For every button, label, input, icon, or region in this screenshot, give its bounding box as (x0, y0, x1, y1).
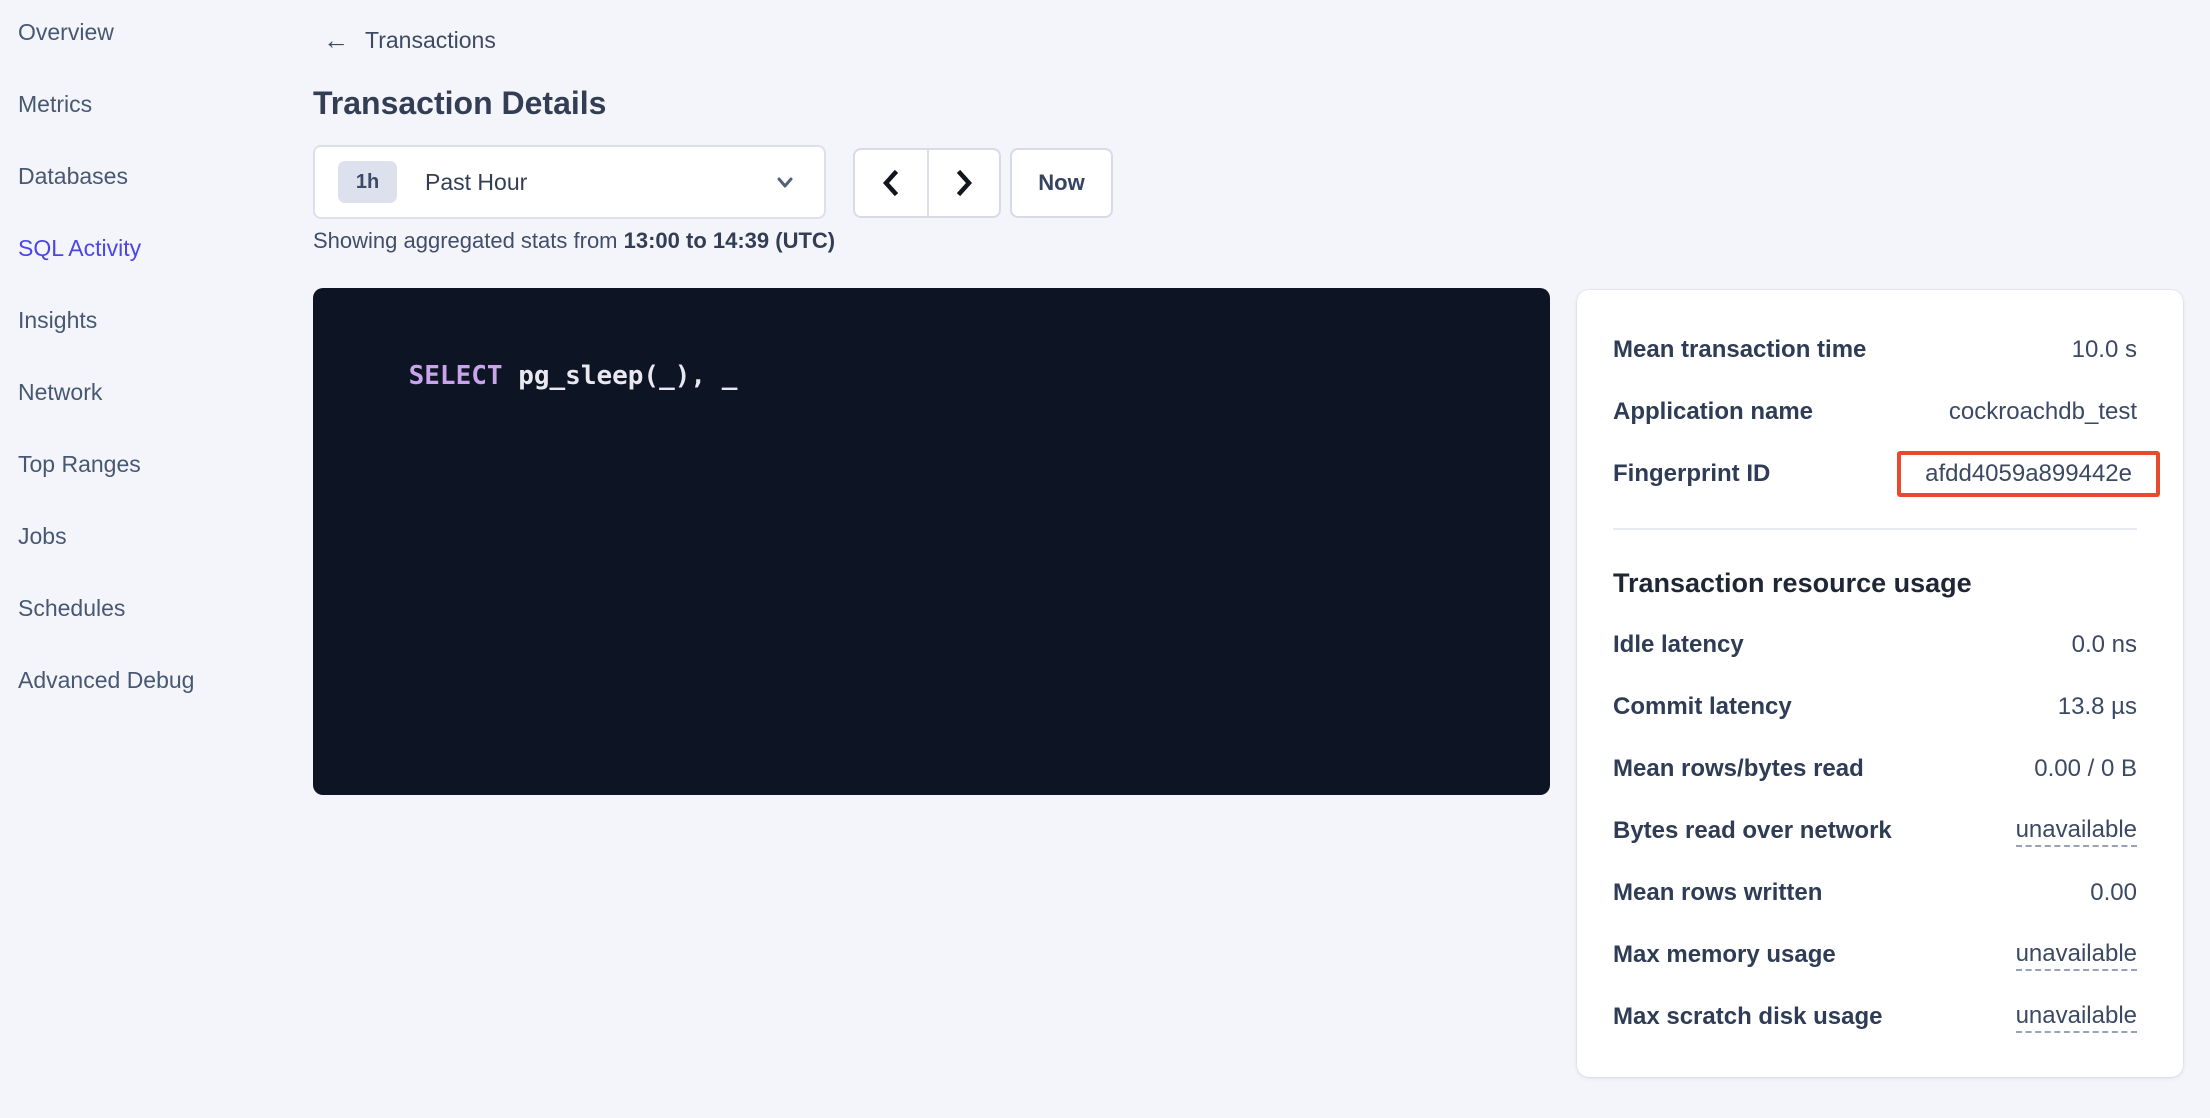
summary-prefix: Showing aggregated stats from (313, 228, 624, 253)
stat-value-unavailable[interactable]: unavailable (2016, 816, 2137, 847)
stat-row-idle-latency: Idle latency 0.0 ns (1613, 614, 2137, 676)
main-content: ← Transactions Transaction Details 1h Pa… (0, 0, 2210, 1118)
stat-row-mean-rows-bytes-read: Mean rows/bytes read 0.00 / 0 B (1613, 738, 2137, 800)
resource-usage-rows: Idle latency 0.0 ns Commit latency 13.8 … (1613, 614, 2137, 1048)
breadcrumb-label: Transactions (365, 27, 496, 54)
breadcrumb-back-link[interactable]: ← Transactions (323, 26, 496, 54)
stat-row-bytes-read-over-network: Bytes read over network unavailable (1613, 800, 2137, 862)
back-arrow-icon: ← (323, 27, 349, 53)
stat-label: Application name (1613, 398, 1813, 426)
stat-label: Fingerprint ID (1613, 460, 1770, 488)
stat-value-unavailable[interactable]: unavailable (2016, 940, 2137, 971)
stat-label: Max scratch disk usage (1613, 1003, 1882, 1031)
aggregated-stats-summary: Showing aggregated stats from 13:00 to 1… (313, 228, 835, 254)
chevron-down-icon (772, 169, 798, 195)
stat-value: cockroachdb_test (1949, 398, 2137, 426)
stat-label: Idle latency (1613, 631, 1744, 659)
time-range-dropdown[interactable]: 1h Past Hour (313, 145, 826, 219)
stat-label: Mean rows written (1613, 879, 1822, 907)
stat-label: Max memory usage (1613, 941, 1836, 969)
stat-row-commit-latency: Commit latency 13.8 µs (1613, 676, 2137, 738)
chevron-left-icon (877, 167, 905, 199)
stat-value: 0.00 / 0 B (2034, 755, 2137, 783)
stat-value: 10.0 s (2072, 336, 2137, 364)
stat-label: Bytes read over network (1613, 817, 1892, 845)
sql-statement-text: pg_sleep(_), _ (503, 361, 738, 391)
stat-row-mean-transaction-time: Mean transaction time 10.0 s (1613, 319, 2137, 381)
stat-row-max-memory-usage: Max memory usage unavailable (1613, 924, 2137, 986)
now-button[interactable]: Now (1010, 148, 1113, 218)
time-range-selected: Past Hour (425, 169, 527, 196)
resource-usage-section-title: Transaction resource usage (1613, 567, 2137, 599)
sql-statement-box: SELECT pg_sleep(_), _ (313, 288, 1550, 795)
stat-value: 0.00 (2090, 879, 2137, 907)
chevron-right-icon (950, 167, 978, 199)
stat-value: 0.0 ns (2072, 631, 2137, 659)
stat-value-unavailable[interactable]: unavailable (2016, 1002, 2137, 1033)
sql-keyword: SELECT (409, 361, 503, 391)
stat-row-fingerprint-id: Fingerprint ID afdd4059a899442e (1613, 443, 2137, 505)
previous-time-button[interactable] (855, 150, 927, 216)
page-title: Transaction Details (313, 84, 606, 122)
stat-value: 13.8 µs (2058, 693, 2137, 721)
time-range-badge: 1h (338, 161, 397, 203)
stat-row-application-name: Application name cockroachdb_test (1613, 381, 2137, 443)
fingerprint-highlight-box: afdd4059a899442e (1897, 451, 2160, 497)
stat-row-mean-rows-written: Mean rows written 0.00 (1613, 862, 2137, 924)
summary-time-range: 13:00 to 14:39 (UTC) (624, 228, 836, 253)
fingerprint-id-value: afdd4059a899442e (1925, 460, 2132, 488)
card-divider (1613, 528, 2137, 530)
stat-row-max-scratch-disk-usage: Max scratch disk usage unavailable (1613, 986, 2137, 1048)
stat-label: Commit latency (1613, 693, 1792, 721)
stat-label: Mean transaction time (1613, 336, 1866, 364)
next-time-button[interactable] (927, 150, 999, 216)
time-nav-arrows (853, 148, 1001, 218)
stat-label: Mean rows/bytes read (1613, 755, 1864, 783)
transaction-summary-card: Mean transaction time 10.0 s Application… (1577, 290, 2183, 1077)
